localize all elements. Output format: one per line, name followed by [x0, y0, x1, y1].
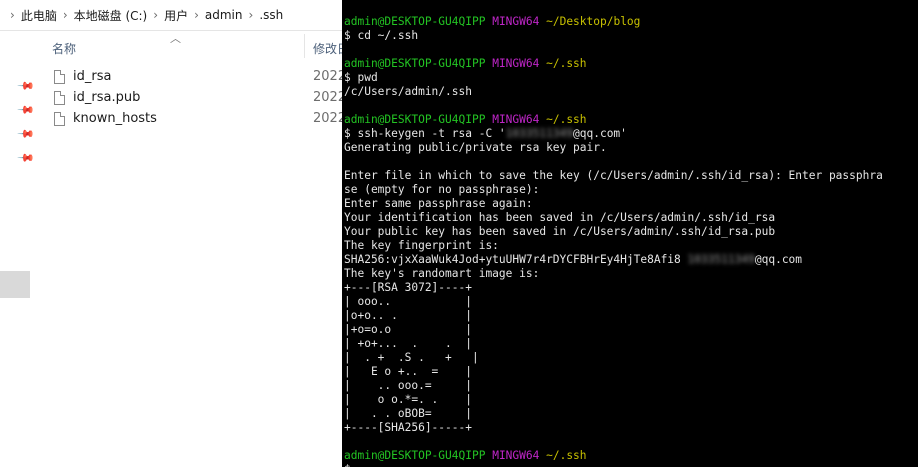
randomart-line: |o+o.. . |: [344, 309, 472, 322]
key-fingerprint-line: SHA256:vjxXaaWuk4Jod+ytuUHW7r4rDYCFBHrEy…: [344, 253, 883, 267]
breadcrumb-admin[interactable]: admin: [205, 8, 243, 22]
terminal-input-line[interactable]: $: [344, 463, 883, 467]
file-icon: [54, 70, 65, 84]
file-icon: [54, 112, 65, 126]
prompt-path: ~/Desktop/blog: [546, 15, 641, 28]
prompt-user: admin@DESKTOP-GU4QIPP: [344, 113, 486, 126]
file-explorer-window: › 此电脑 › 本地磁盘 (C:) › 用户 › admin › .ssh 📌 …: [0, 0, 342, 467]
file-date: 2022: [313, 69, 342, 84]
file-list: id_rsa 2022 id_rsa.pub 2022 known_hosts …: [54, 68, 342, 131]
quick-access-pins: 📌 📌 📌 📌: [15, 77, 35, 174]
randomart-line: | . . oBOB= |: [344, 407, 472, 420]
prompt-path: ~/.ssh: [546, 449, 587, 462]
terminal-output-line: Generating public/private rsa key pair.: [344, 141, 607, 154]
randomart-line: |+o=o.o |: [344, 323, 472, 336]
column-divider[interactable]: [304, 34, 305, 58]
prompt-user: admin@DESKTOP-GU4QIPP: [344, 15, 486, 28]
randomart-line: +---[RSA 3072]----+: [344, 281, 472, 294]
pin-icon[interactable]: 📌: [9, 125, 36, 152]
keygen-command-prefix: $ ssh-keygen -t rsa -C ': [344, 127, 506, 140]
file-icon: [54, 91, 65, 105]
breadcrumb-ssh[interactable]: .ssh: [259, 8, 283, 22]
navigation-selected-item[interactable]: [0, 271, 30, 298]
column-header-row: ︿ 名称 修改日: [50, 32, 342, 60]
randomart-line: | E o +.. = |: [344, 365, 472, 378]
breadcrumb-users[interactable]: 用户: [164, 7, 188, 24]
breadcrumb-this-pc[interactable]: 此电脑: [21, 7, 57, 24]
randomart-line: | o o.*=. . |: [344, 393, 472, 406]
breadcrumb-local-disk[interactable]: 本地磁盘 (C:): [74, 7, 148, 24]
terminal-command: $ ssh-keygen -t rsa -C '1033511349@qq.co…: [344, 127, 883, 141]
terminal-prompt: admin@DESKTOP-GU4QIPP MINGW64 ~/.ssh: [344, 449, 883, 463]
terminal-prompt: admin@DESKTOP-GU4QIPP MINGW64 ~/.ssh: [344, 57, 883, 71]
prompt-path: ~/.ssh: [546, 57, 587, 70]
file-row-id-rsa[interactable]: id_rsa 2022: [54, 68, 342, 89]
prompt-user: admin@DESKTOP-GU4QIPP: [344, 57, 486, 70]
terminal-output-line: /c/Users/admin/.ssh: [344, 85, 472, 98]
breadcrumb-separator-icon: ›: [153, 8, 159, 22]
file-row-id-rsa-pub[interactable]: id_rsa.pub 2022: [54, 89, 342, 110]
randomart-line: | +o+... . . |: [344, 337, 472, 350]
file-name: id_rsa.pub: [73, 90, 141, 105]
redacted-email-user: 1033511349: [505, 127, 574, 140]
pin-icon[interactable]: 📌: [9, 77, 36, 104]
randomart-line: | .. ooo.= |: [344, 379, 472, 392]
pin-icon[interactable]: 📌: [9, 149, 36, 176]
terminal-output-line: The key's randomart image is:: [344, 267, 540, 280]
terminal-output-line: se (empty for no passphrase):: [344, 183, 540, 196]
column-header-modified[interactable]: 修改日: [313, 40, 342, 57]
address-bar[interactable]: › 此电脑 › 本地磁盘 (C:) › 用户 › admin › .ssh: [0, 0, 342, 31]
redacted-email-user: 1033511349: [687, 253, 755, 266]
pin-icon[interactable]: 📌: [9, 101, 36, 128]
terminal-command: $ cd ~/.ssh: [344, 29, 419, 42]
randomart-line: +----[SHA256]-----+: [344, 421, 472, 434]
fingerprint-hash: SHA256:vjxXaaWuk4Jod+ytuUHW7r4rDYCFBHrEy…: [344, 253, 688, 266]
terminal-prompt: admin@DESKTOP-GU4QIPP MINGW64 ~/Desktop/…: [344, 15, 883, 29]
file-name: known_hosts: [73, 111, 157, 126]
column-header-name[interactable]: 名称: [52, 40, 76, 57]
terminal-window[interactable]: admin@DESKTOP-GU4QIPP MINGW64 ~/Desktop/…: [342, 0, 918, 467]
randomart-line: | . + .S . + |: [344, 351, 479, 364]
file-name: id_rsa: [73, 69, 112, 84]
sort-ascending-icon: ︿: [170, 32, 181, 45]
prompt-env: MINGW64: [492, 449, 540, 462]
file-date: 2022: [313, 90, 342, 105]
breadcrumb-separator-icon: ›: [194, 8, 199, 22]
keygen-command-suffix: @qq.com': [573, 127, 627, 140]
prompt-env: MINGW64: [492, 15, 540, 28]
terminal-output-line: Enter file in which to save the key (/c/…: [344, 169, 883, 182]
terminal-output-line: Enter same passphrase again:: [344, 197, 533, 210]
terminal-output-line: Your public key has been saved in /c/Use…: [344, 225, 776, 238]
prompt-path: ~/.ssh: [546, 113, 587, 126]
terminal-output-line: The key fingerprint is:: [344, 239, 499, 252]
file-row-known-hosts[interactable]: known_hosts 2022: [54, 110, 342, 131]
fingerprint-email-domain: @qq.com: [754, 253, 803, 266]
randomart-line: | ooo.. |: [344, 295, 472, 308]
breadcrumb-separator-icon: ›: [62, 8, 68, 22]
terminal-output-line: Your identification has been saved in /c…: [344, 211, 776, 224]
breadcrumb-separator-icon: ›: [248, 8, 254, 22]
prompt-env: MINGW64: [492, 113, 540, 126]
terminal-prompt: admin@DESKTOP-GU4QIPP MINGW64 ~/.ssh: [344, 113, 883, 127]
terminal-output: admin@DESKTOP-GU4QIPP MINGW64 ~/Desktop/…: [344, 15, 883, 467]
file-date: 2022: [313, 111, 342, 126]
prompt-env: MINGW64: [492, 57, 540, 70]
breadcrumb-separator-icon: ›: [10, 8, 15, 22]
prompt-user: admin@DESKTOP-GU4QIPP: [344, 449, 486, 462]
terminal-command: $ pwd: [344, 71, 378, 84]
